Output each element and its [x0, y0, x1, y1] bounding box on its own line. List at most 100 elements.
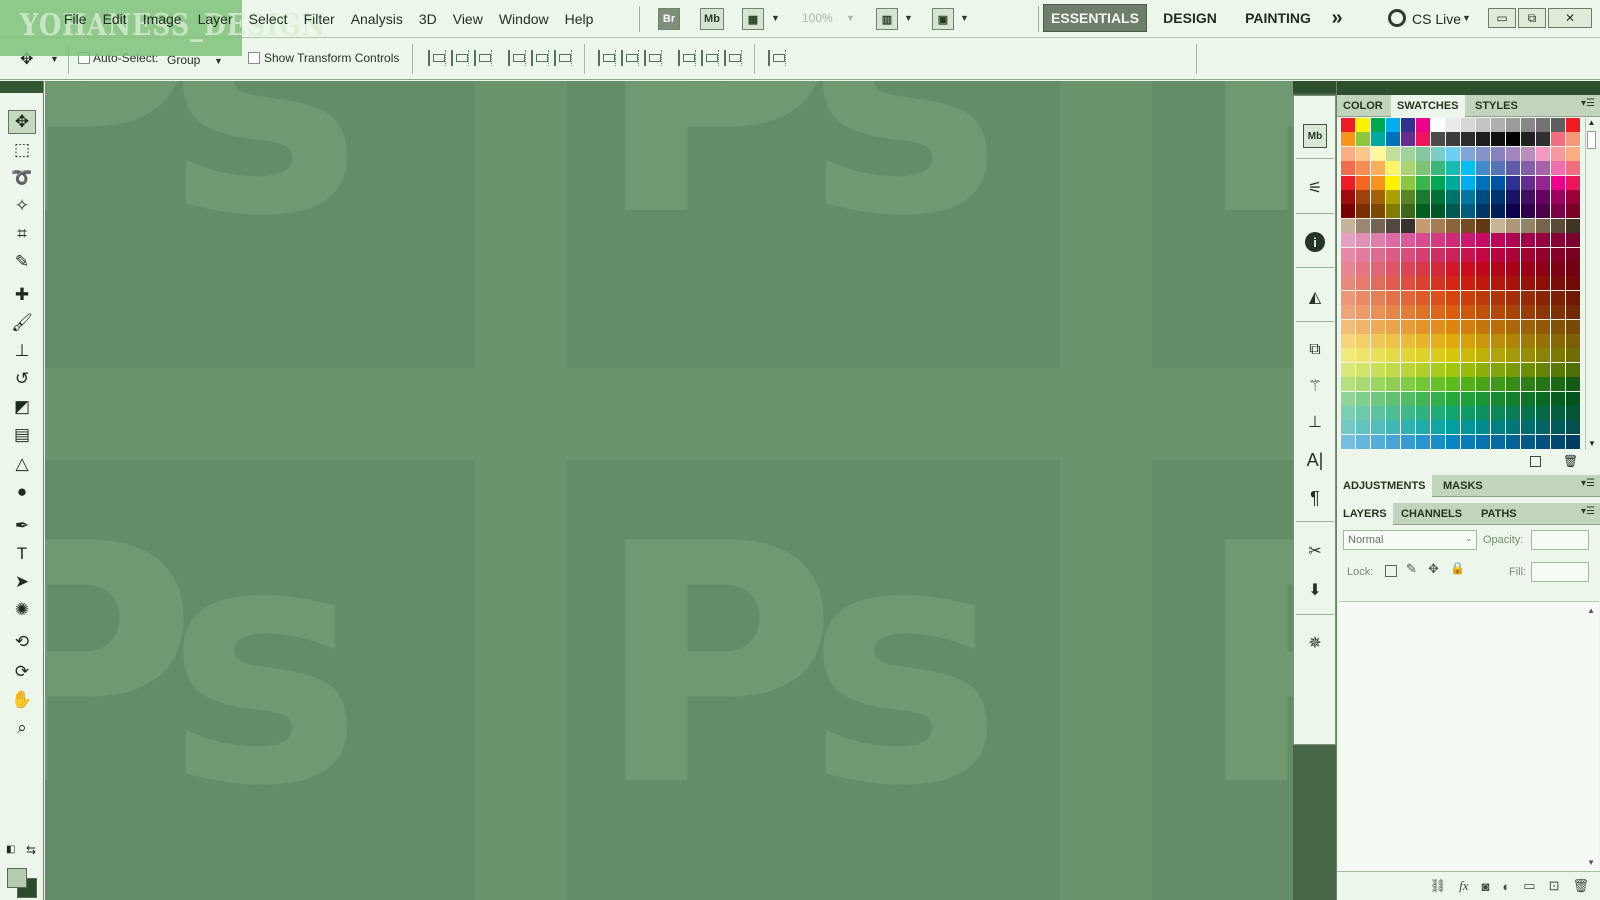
color-swatch[interactable]: [1566, 305, 1580, 320]
color-swatch[interactable]: [1551, 276, 1565, 291]
color-swatch[interactable]: [1341, 233, 1355, 248]
chevron-down-icon[interactable]: ▼: [50, 54, 59, 64]
color-swatch[interactable]: [1566, 233, 1580, 248]
color-swatch[interactable]: [1371, 262, 1385, 276]
color-swatch[interactable]: [1506, 362, 1520, 377]
color-swatch[interactable]: [1401, 161, 1415, 176]
dodge-tool[interactable]: ●: [8, 480, 36, 504]
color-swatch[interactable]: [1551, 262, 1565, 276]
color-swatch[interactable]: [1476, 420, 1490, 435]
color-swatch[interactable]: [1566, 118, 1580, 132]
color-swatch[interactable]: [1371, 290, 1385, 305]
color-swatch[interactable]: [1506, 319, 1520, 334]
color-swatch[interactable]: [1476, 146, 1490, 161]
menu-window[interactable]: Window: [491, 11, 557, 27]
color-swatch[interactable]: [1521, 348, 1535, 363]
color-swatch[interactable]: [1506, 146, 1520, 161]
color-swatch[interactable]: [1476, 305, 1490, 320]
color-swatch[interactable]: [1506, 204, 1520, 219]
color-swatch[interactable]: [1386, 362, 1400, 377]
color-swatch[interactable]: [1401, 247, 1415, 262]
menu-image[interactable]: Image: [135, 11, 190, 27]
color-swatch[interactable]: [1476, 276, 1490, 291]
toolbox-collapse-bar[interactable]: [0, 81, 43, 93]
more-workspaces-button[interactable]: »: [1326, 4, 1348, 32]
new-group-icon[interactable]: ▭: [1523, 878, 1535, 894]
color-swatch[interactable]: [1431, 377, 1445, 392]
color-swatch[interactable]: [1341, 362, 1355, 377]
color-swatch[interactable]: [1536, 434, 1550, 449]
distribute-bottom-icon[interactable]: [644, 50, 662, 66]
color-swatch[interactable]: [1476, 377, 1490, 392]
color-swatch[interactable]: [1416, 334, 1430, 348]
tab-adjustments[interactable]: ADJUSTMENTS: [1337, 475, 1432, 497]
color-swatch[interactable]: [1521, 247, 1535, 262]
color-swatch[interactable]: [1521, 406, 1535, 420]
color-swatch[interactable]: [1341, 434, 1355, 449]
color-swatch[interactable]: [1371, 118, 1385, 132]
color-swatch[interactable]: [1521, 377, 1535, 392]
mini-bridge-button[interactable]: Mb: [700, 8, 724, 30]
color-swatch[interactable]: [1401, 377, 1415, 392]
color-swatch[interactable]: [1566, 362, 1580, 377]
color-swatch[interactable]: [1386, 175, 1400, 190]
color-swatch[interactable]: [1506, 406, 1520, 420]
tab-color[interactable]: COLOR: [1337, 95, 1389, 117]
color-swatch[interactable]: [1491, 377, 1505, 392]
color-swatch[interactable]: [1386, 218, 1400, 233]
color-swatch[interactable]: [1446, 305, 1460, 320]
custom-shape-tool[interactable]: ✺: [8, 598, 36, 622]
color-swatch[interactable]: [1536, 348, 1550, 363]
color-swatch[interactable]: [1491, 406, 1505, 420]
color-swatch[interactable]: [1521, 218, 1535, 233]
color-swatch[interactable]: [1371, 434, 1385, 449]
path-select-tool[interactable]: ➤: [8, 570, 36, 594]
color-swatch[interactable]: [1536, 420, 1550, 435]
color-swatch[interactable]: [1341, 204, 1355, 219]
color-swatch[interactable]: [1476, 218, 1490, 233]
color-swatch[interactable]: [1476, 204, 1490, 219]
lasso-tool[interactable]: ➰: [8, 166, 36, 190]
color-swatch[interactable]: [1476, 434, 1490, 449]
color-swatch[interactable]: [1356, 233, 1370, 248]
cs-live-button[interactable]: CS Live: [1412, 11, 1461, 27]
scroll-down-icon[interactable]: ▼: [1588, 439, 1596, 448]
color-swatch[interactable]: [1536, 146, 1550, 161]
color-swatch[interactable]: [1431, 161, 1445, 176]
color-swatch[interactable]: [1461, 175, 1475, 190]
align-left-icon[interactable]: [508, 50, 526, 66]
color-swatch[interactable]: [1416, 276, 1430, 291]
color-swatch[interactable]: [1446, 406, 1460, 420]
color-swatch[interactable]: [1521, 118, 1535, 132]
color-swatch[interactable]: [1461, 319, 1475, 334]
color-swatch[interactable]: [1551, 406, 1565, 420]
color-swatch[interactable]: [1431, 406, 1445, 420]
color-swatch[interactable]: [1521, 362, 1535, 377]
color-swatch[interactable]: [1476, 290, 1490, 305]
color-swatch[interactable]: [1491, 204, 1505, 219]
align-hcenter-icon[interactable]: [531, 50, 549, 66]
tool-presets-icon[interactable]: ✂: [1303, 539, 1327, 563]
color-swatch[interactable]: [1461, 305, 1475, 320]
color-swatch[interactable]: [1341, 132, 1355, 147]
color-swatch[interactable]: [1476, 406, 1490, 420]
color-swatch[interactable]: [1401, 334, 1415, 348]
color-swatch[interactable]: [1371, 247, 1385, 262]
pen-tool[interactable]: ✒: [8, 514, 36, 538]
layers-list[interactable]: ▲ ▼: [1339, 601, 1599, 871]
color-swatch[interactable]: [1356, 434, 1370, 449]
distribute-top-icon[interactable]: [598, 50, 616, 66]
color-swatch[interactable]: [1491, 434, 1505, 449]
color-swatch[interactable]: [1506, 334, 1520, 348]
color-swatch[interactable]: [1551, 190, 1565, 204]
color-swatch[interactable]: [1551, 218, 1565, 233]
color-swatch[interactable]: [1341, 118, 1355, 132]
color-swatch[interactable]: [1506, 190, 1520, 204]
color-swatch[interactable]: [1356, 391, 1370, 406]
color-swatch[interactable]: [1491, 118, 1505, 132]
history-brush-tool[interactable]: ↺: [8, 367, 36, 391]
color-swatch[interactable]: [1416, 132, 1430, 147]
color-swatch[interactable]: [1551, 233, 1565, 248]
color-swatch[interactable]: [1491, 305, 1505, 320]
color-swatch[interactable]: [1416, 391, 1430, 406]
